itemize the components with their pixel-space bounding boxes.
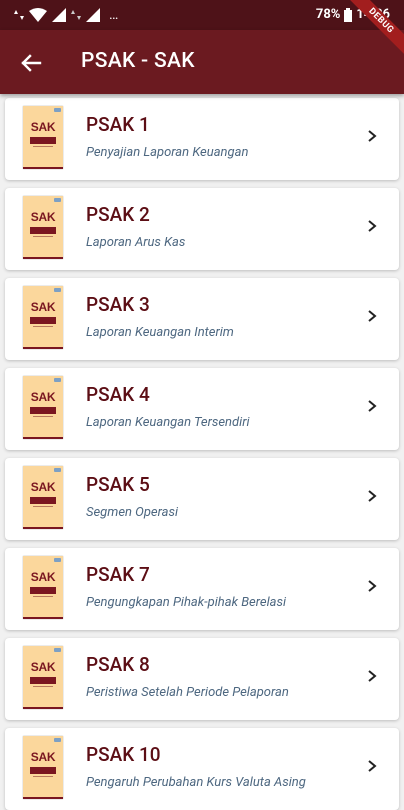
- list-item[interactable]: SAK PSAK 10 Pengaruh Perubahan Kurs Valu…: [5, 728, 399, 810]
- item-title: PSAK 8: [86, 653, 150, 676]
- book-cover-thumbnail: SAK: [23, 646, 63, 709]
- chevron-right-icon: [368, 760, 377, 772]
- list-item[interactable]: SAK PSAK 3 Laporan Keuangan Interim: [5, 278, 399, 360]
- item-subtitle: Segmen Operasi: [86, 505, 179, 520]
- status-icons-left: …: [14, 7, 118, 23]
- list-item[interactable]: SAK PSAK 4 Laporan Keuangan Tersendiri: [5, 368, 399, 450]
- book-cover-thumbnail: SAK: [23, 466, 63, 529]
- item-subtitle: Laporan Keuangan Tersendiri: [86, 415, 250, 430]
- chevron-right-icon: [368, 400, 377, 412]
- list-item[interactable]: SAK PSAK 8 Peristiwa Setelah Periode Pel…: [5, 638, 399, 720]
- chevron-right-icon: [368, 130, 377, 142]
- chevron-right-icon: [368, 670, 377, 682]
- page-title: PSAK - SAK: [81, 49, 195, 73]
- item-title: PSAK 10: [86, 743, 161, 766]
- item-subtitle: Laporan Arus Kas: [86, 235, 186, 250]
- item-title: PSAK 4: [86, 383, 150, 406]
- arrow-left-icon: [21, 54, 42, 72]
- data-transfer-icon: [14, 10, 24, 20]
- book-cover-thumbnail: SAK: [23, 106, 63, 169]
- item-title: PSAK 2: [86, 203, 150, 226]
- chevron-right-icon: [368, 310, 377, 322]
- item-title: PSAK 5: [86, 473, 150, 496]
- item-title: PSAK 3: [86, 293, 150, 316]
- item-subtitle: Peristiwa Setelah Periode Pelaporan: [86, 685, 289, 700]
- chevron-right-icon: [368, 220, 377, 232]
- item-subtitle: Pengungkapan Pihak-pihak Berelasi: [86, 595, 287, 610]
- list-item[interactable]: SAK PSAK 1 Penyajian Laporan Keuangan: [5, 98, 399, 180]
- wifi-icon: [29, 8, 47, 22]
- chevron-right-icon: [368, 580, 377, 592]
- book-cover-thumbnail: SAK: [23, 736, 63, 799]
- app-bar: PSAK - SAK: [0, 30, 404, 94]
- item-title: PSAK 7: [86, 563, 150, 586]
- list-item[interactable]: SAK PSAK 2 Laporan Arus Kas: [5, 188, 399, 270]
- battery-icon: [344, 7, 353, 22]
- book-cover-thumbnail: SAK: [23, 286, 63, 349]
- list-item[interactable]: SAK PSAK 7 Pengungkapan Pihak-pihak Bere…: [5, 548, 399, 630]
- chevron-right-icon: [368, 490, 377, 502]
- battery-level: 78%: [315, 7, 341, 22]
- data-transfer-icon: [71, 10, 81, 20]
- item-subtitle: Penyajian Laporan Keuangan: [86, 145, 249, 160]
- item-title: PSAK 1: [86, 113, 150, 136]
- signal-icon: [52, 8, 66, 22]
- status-bar: … 78% 14.36: [0, 0, 404, 30]
- more-notifications-icon: …: [109, 7, 119, 23]
- book-cover-thumbnail: SAK: [23, 196, 63, 259]
- book-cover-thumbnail: SAK: [23, 376, 63, 439]
- list-item[interactable]: SAK PSAK 5 Segmen Operasi: [5, 458, 399, 540]
- signal-icon: [86, 8, 100, 22]
- item-subtitle: Pengaruh Perubahan Kurs Valuta Asing: [86, 775, 306, 790]
- back-button[interactable]: [16, 48, 46, 78]
- item-subtitle: Laporan Keuangan Interim: [86, 325, 234, 340]
- book-cover-thumbnail: SAK: [23, 556, 63, 619]
